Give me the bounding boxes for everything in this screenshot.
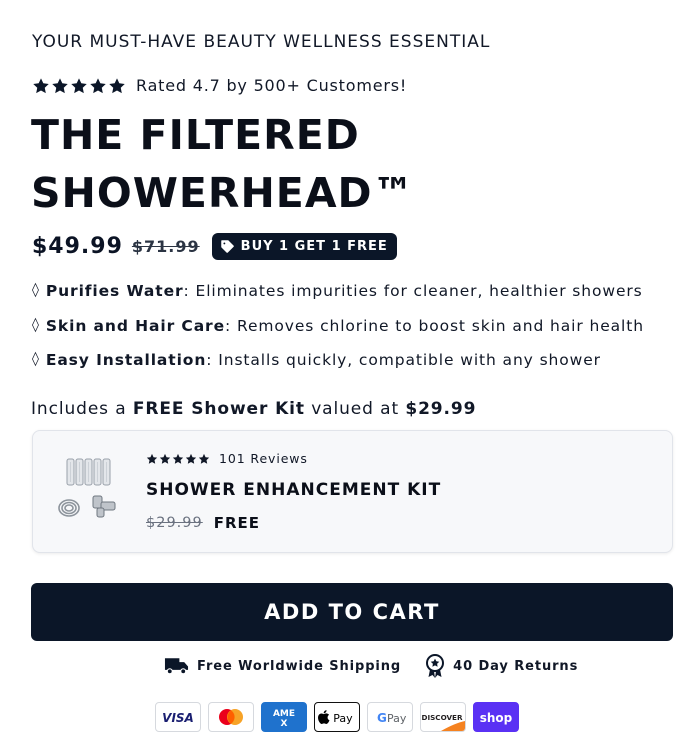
svg-text:Pay: Pay [387,712,407,725]
price-row: $49.99 $71.99 BUY 1 GET 1 FREE [32,233,397,260]
shop-pay-icon: shop [473,702,519,732]
svg-text:X: X [281,719,288,729]
rating-stars [32,77,126,95]
mastercard-icon [208,702,254,732]
promo-badge: BUY 1 GET 1 FREE [211,233,397,260]
diamond-bullet: ◊ [32,351,40,367]
star-icon [33,77,49,93]
visa-icon: VISA [155,702,201,732]
payment-methods: VISA AME X Pay G Pay DISCOVER shop [155,702,519,732]
promo-badge-label: BUY 1 GET 1 FREE [240,239,388,254]
discover-label: DISCOVER [421,713,462,722]
kit-price: FREE [213,514,261,532]
benefit-item: ◊ Skin and Hair Care : Removes chlorine … [32,317,644,352]
kit-reviews: 101 Reviews [146,451,308,466]
shower-kit-image [58,458,116,518]
kit-name: SHOWER ENHANCEMENT KIT [146,480,442,500]
kit-review-count: 101 Reviews [219,451,308,466]
benefit-text: : Eliminates impurities for cleaner, hea… [183,282,643,300]
rating-row[interactable]: Rated 4.7 by 500+ Customers! [32,76,407,95]
google-pay-icon: G Pay [367,702,413,732]
diamond-bullet: ◊ [32,282,40,298]
svg-text:Pay: Pay [333,712,353,725]
truck-icon [164,658,189,675]
rating-text: Rated 4.7 by 500+ Customers! [136,76,408,95]
kit-intro-prefix: Includes a [31,399,133,419]
kit-old-price: $29.99 [146,515,203,531]
compare-price: $71.99 [131,237,200,256]
returns-text: 40 Day Returns [453,658,579,674]
star-icon [90,77,106,93]
discover-icon: DISCOVER [420,702,466,732]
sale-price: $49.99 [32,234,123,259]
shop-pay-label: shop [480,711,513,725]
kit-intro-value: $29.99 [405,399,477,419]
product-title: THE FILTERED SHOWERHEAD™ [31,111,415,217]
free-kit-card[interactable]: 101 Reviews SHOWER ENHANCEMENT KIT $29.9… [32,430,673,553]
benefit-text: : Removes chlorine to boost skin and hai… [225,316,644,335]
star-icon [71,77,87,93]
benefit-title: Skin and Hair Care [45,316,226,335]
benefits-list: ◊ Purifies Water : Eliminates impurities… [32,282,644,386]
star-icon [185,453,197,464]
amex-icon: AME X [261,702,307,732]
tag-icon [220,240,234,253]
star-icon [198,453,210,464]
benefit-title: Purifies Water [45,282,184,300]
svg-text:G: G [377,711,387,725]
kit-intro-middle: valued at [304,399,406,419]
kit-intro-highlight: FREE Shower Kit [132,399,305,419]
free-kit-intro: Includes a FREE Shower Kit valued at $29… [31,399,476,419]
star-icon [146,453,158,464]
star-icon [159,453,171,464]
benefit-item: ◊ Purifies Water : Eliminates impurities… [32,282,644,317]
benefit-item: ◊ Easy Installation : Installs quickly, … [32,351,644,386]
eyebrow-tagline: YOUR MUST-HAVE BEAUTY WELLNESS ESSENTIAL [32,32,491,52]
add-to-cart-button[interactable]: ADD TO CART [31,583,673,641]
star-icon [52,77,68,93]
visa-label: VISA [162,711,194,725]
award-icon [426,654,445,678]
benefit-title: Easy Installation [45,351,207,369]
shipping-text: Free Worldwide Shipping [197,658,402,674]
svg-text:AME: AME [273,709,295,719]
kit-rating-stars [146,453,210,465]
assurance-row: Free Worldwide Shipping 40 Day Returns [164,654,578,678]
star-icon [109,77,125,93]
diamond-bullet: ◊ [32,316,40,333]
kit-prices: $29.99 FREE [146,514,260,532]
benefit-text: : Installs quickly, compatible with any … [206,351,601,369]
star-icon [172,453,184,464]
apple-pay-icon: Pay [314,702,360,732]
